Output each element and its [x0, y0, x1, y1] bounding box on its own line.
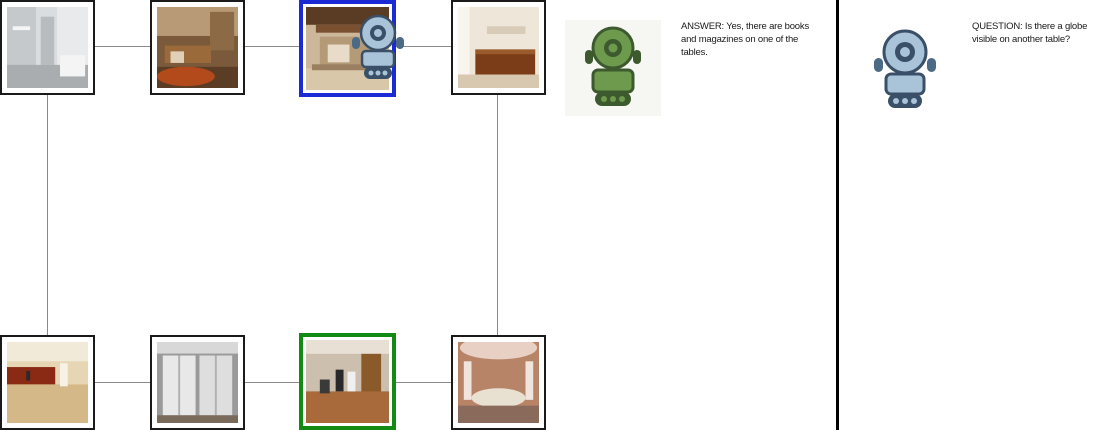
panel-divider: [836, 0, 839, 430]
edge-bottom-2: [245, 382, 300, 383]
edge-top-2: [245, 46, 300, 47]
scene-node-reception-counter-staff-target[interactable]: [299, 333, 396, 430]
scene-node-domed-lobby-desk[interactable]: [451, 335, 546, 430]
edge-top-1: [94, 46, 151, 47]
scene-node-archive-shelving-room[interactable]: [150, 335, 245, 430]
scene-node-white-kitchen-corridor[interactable]: [0, 0, 95, 95]
question-text: QUESTION: Is there a globe visible on an…: [972, 21, 1088, 45]
edge-bottom-1: [94, 382, 151, 383]
scene-photo: [7, 342, 88, 423]
question-avatar: [870, 28, 940, 110]
blue-robot-icon: [874, 29, 936, 108]
scene-node-hotel-lobby-reception[interactable]: [0, 335, 95, 430]
edge-bottom-3: [395, 382, 452, 383]
scene-photo: [306, 340, 389, 423]
scene-photo: [157, 7, 238, 88]
green-robot-icon: [585, 26, 641, 106]
scene-node-wood-paneled-office[interactable]: [150, 0, 245, 95]
scene-node-reception-desk-room[interactable]: [451, 0, 546, 95]
scene-photo: [458, 342, 539, 423]
edge-right-vertical: [497, 94, 498, 336]
scene-photo: [7, 7, 88, 88]
answer-avatar: [565, 20, 661, 116]
answer-text: ANSWER: Yes, there are books and magazin…: [681, 21, 809, 58]
agent-robot-icon: [350, 13, 406, 81]
scene-photo: [458, 7, 539, 88]
edge-left-vertical: [47, 94, 48, 336]
scene-photo: [157, 342, 238, 423]
